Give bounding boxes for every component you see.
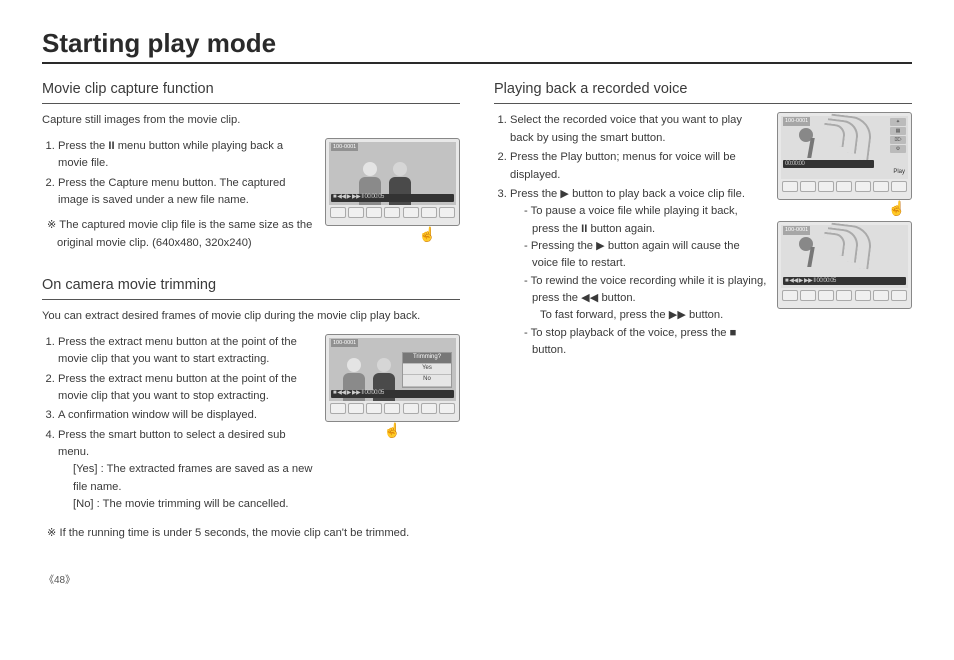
section-heading: Playing back a recorded voice (494, 78, 912, 104)
pointer-icon: ☝ (325, 423, 460, 437)
option-no: [No] : The movie trimming will be cancel… (73, 496, 315, 513)
pointer-icon: ☝ (395, 227, 460, 241)
substep: - To stop playback of the voice, press t… (524, 325, 767, 360)
step-item: Press the Play button; menus for voice w… (510, 149, 767, 184)
section-voice-playback: Playing back a recorded voice Select the… (494, 78, 912, 368)
trim-dialog: Trimming? Yes No (402, 352, 452, 388)
microphone-icon (799, 128, 823, 162)
intro-text: You can extract desired frames of movie … (42, 308, 460, 325)
section-trimming: On camera movie trimming You can extract… (42, 274, 460, 543)
step-item: Press the extract menu button at the poi… (58, 334, 315, 369)
lcd-illustration-voice: 100-0001 ✦▦⌦⚙ Play 00:00:00 (777, 112, 912, 312)
steps-list: Press the II menu button while playing b… (42, 138, 315, 209)
step-item: Press the smart button to select a desir… (58, 427, 315, 514)
right-column: Playing back a recorded voice Select the… (494, 78, 912, 561)
step-item: A confirmation window will be displayed. (58, 407, 315, 424)
lcd-clip-id: 100-0001 (331, 143, 358, 152)
note-text: ※ If the running time is under 5 seconds… (47, 525, 460, 542)
section-heading: On camera movie trimming (42, 274, 460, 300)
page-title: Starting play mode (42, 28, 912, 64)
substep: - To rewind the voice recording while it… (524, 273, 767, 325)
section-movie-capture: Movie clip capture function Capture stil… (42, 78, 460, 256)
section-heading: Movie clip capture function (42, 78, 460, 104)
step-item: Press the extract menu button at the poi… (58, 371, 315, 406)
note-text: ※ The captured movie clip file is the sa… (47, 217, 315, 252)
play-label: Play (893, 168, 905, 177)
option-yes: [Yes] : The extracted frames are saved a… (73, 461, 315, 496)
lcd-illustration-trimming: 100-0001 Trimming? Yes No (325, 334, 460, 437)
steps-list: Press the extract menu button at the poi… (42, 334, 315, 514)
lcd-illustration-capture: 100-0001 ■ ◀◀ ▶ ▶▶ ‖ 00:00:05 (325, 138, 460, 241)
step-item: Press the II menu button while playing b… (58, 138, 315, 173)
step-item: Press the Capture menu button. The captu… (58, 175, 315, 210)
microphone-icon (799, 237, 823, 271)
lcd-clip-id: 100-0001 (783, 226, 810, 235)
substep: - Pressing the ▶ button again will cause… (524, 238, 767, 273)
page-number: 《48》 (44, 571, 912, 586)
lcd-clip-id: 100-0001 (331, 339, 358, 348)
step-item: Select the recorded voice that you want … (510, 112, 767, 147)
left-column: Movie clip capture function Capture stil… (42, 78, 460, 561)
lcd-clip-id: 100-0001 (783, 117, 810, 126)
step-item: Press the ▶ button to play back a voice … (510, 186, 767, 360)
substep: - To pause a voice file while playing it… (524, 203, 767, 238)
pointer-icon: ☝ (882, 201, 912, 215)
right-icon-stack: ✦▦⌦⚙ (890, 118, 906, 153)
steps-list: Select the recorded voice that you want … (494, 112, 767, 359)
intro-text: Capture still images from the movie clip… (42, 112, 460, 129)
